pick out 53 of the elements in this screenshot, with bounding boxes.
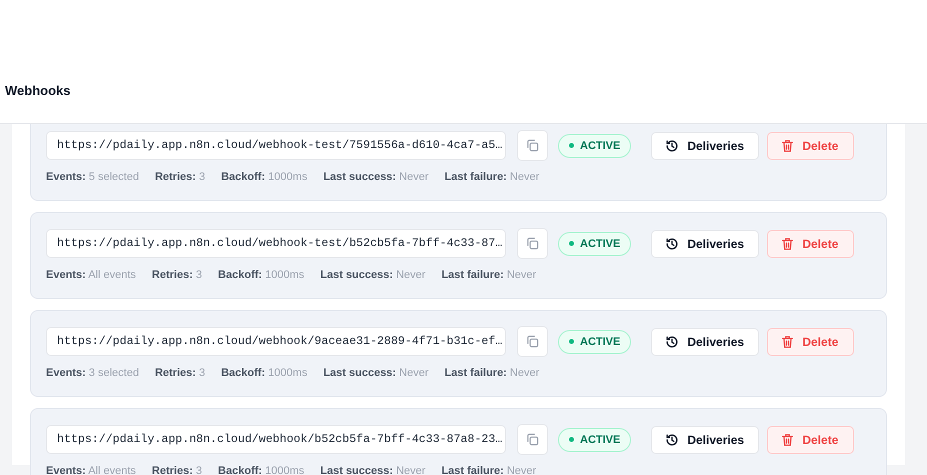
meta-item: Events: All events	[46, 465, 136, 475]
copy-icon	[526, 433, 539, 446]
meta-item: Retries: 3	[152, 269, 202, 281]
copy-icon	[526, 335, 539, 348]
status-badge: ACTIVE	[558, 428, 632, 452]
copy-icon	[526, 237, 539, 250]
copy-button[interactable]	[517, 424, 548, 455]
meta-item: Events: 3 selected	[46, 367, 139, 379]
meta-item: Last failure: Never	[441, 269, 536, 281]
history-icon	[665, 236, 680, 250]
history-icon	[665, 138, 680, 152]
trash-icon	[781, 138, 794, 152]
trash-icon	[781, 236, 794, 250]
page-title: Webhooks	[5, 83, 70, 98]
meta-item: Events: 5 selected	[46, 171, 139, 183]
meta-item: Backoff: 1000ms	[218, 465, 304, 475]
status-badge: ACTIVE	[558, 330, 632, 354]
url-field[interactable]: https://pdaily.app.n8n.cloud/webhook-test/b52cb5fa-7bff-4c33-87…	[46, 229, 506, 258]
history-icon	[665, 334, 680, 348]
status-badge: ACTIVE	[558, 134, 632, 158]
meta-item: Last success: Never	[320, 465, 426, 475]
deliveries-button[interactable]: Deliveries	[651, 426, 760, 454]
meta-item: Backoff: 1000ms	[221, 367, 308, 379]
meta-item: Backoff: 1000ms	[218, 269, 304, 281]
meta-item: Last success: Never	[323, 367, 428, 379]
status-dot-icon	[569, 241, 574, 246]
status-dot-icon	[569, 339, 574, 344]
meta-item: Last failure: Never	[444, 171, 540, 183]
meta-item: Last failure: Never	[441, 465, 536, 475]
status-dot-icon	[569, 437, 574, 442]
copy-icon	[526, 139, 539, 152]
deliveries-button[interactable]: Deliveries	[651, 328, 760, 356]
trash-icon	[781, 432, 794, 446]
meta-item: Retries: 3	[152, 465, 202, 475]
url-field[interactable]: https://pdaily.app.n8n.cloud/webhook-test/7591556a-d610-4ca7-a5…	[46, 131, 506, 160]
url-field[interactable]: https://pdaily.app.n8n.cloud/webhook/9aceae31-2889-4f71-b31c-ef…	[46, 327, 506, 356]
meta-item: Backoff: 1000ms	[221, 171, 308, 183]
copy-button[interactable]	[517, 130, 548, 161]
meta-item: Retries: 3	[154, 171, 206, 183]
meta-item: Last success: Never	[320, 269, 426, 281]
status-badge: ACTIVE	[558, 232, 632, 256]
deliveries-button[interactable]: Deliveries	[651, 230, 760, 258]
meta-item: Last success: Never	[323, 171, 428, 183]
meta-item: Events: All events	[46, 269, 136, 281]
history-icon	[665, 432, 680, 446]
deliveries-button[interactable]: Deliveries	[651, 132, 760, 160]
copy-button[interactable]	[517, 326, 548, 357]
status-dot-icon	[569, 143, 574, 148]
copy-button[interactable]	[517, 228, 548, 259]
meta-item: Retries: 3	[154, 367, 206, 379]
meta-item: Last failure: Never	[444, 367, 540, 379]
url-field[interactable]: https://pdaily.app.n8n.cloud/webhook/b52cb5fa-7bff-4c33-87a8-23…	[46, 425, 506, 454]
trash-icon	[781, 334, 794, 348]
